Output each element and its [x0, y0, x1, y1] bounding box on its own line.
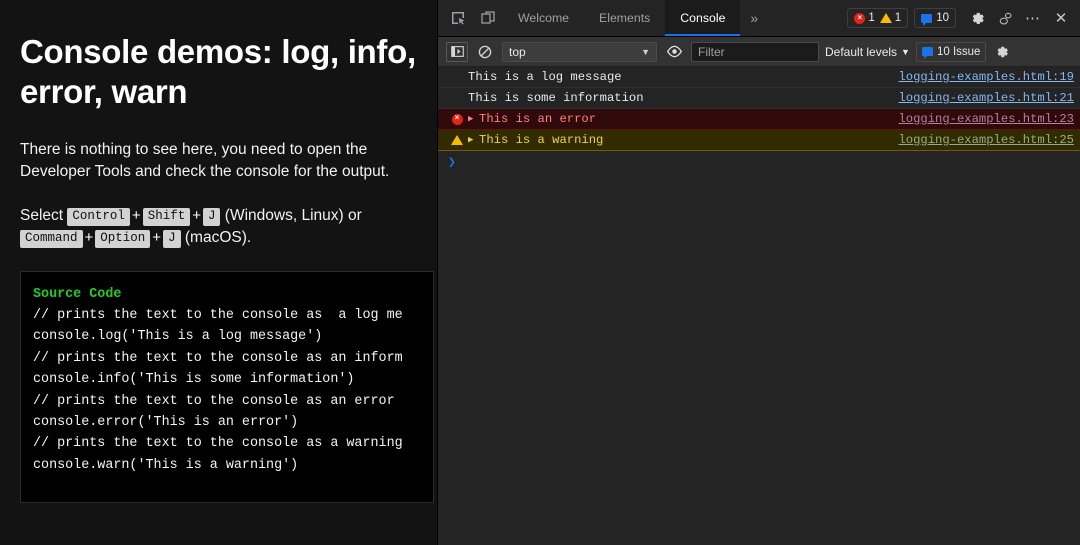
platform-windows-label: (Windows, Linux) or — [225, 207, 362, 224]
console-sidebar-toggle-icon[interactable] — [446, 42, 468, 62]
warning-count: 1 — [895, 12, 901, 24]
devtools-window-controls: × 1 1 10 — [847, 0, 1080, 36]
error-counter[interactable]: × 1 — [854, 12, 874, 24]
execution-context-select[interactable]: top ▼ — [502, 42, 657, 62]
console-filter-placeholder: Filter — [698, 45, 725, 59]
source-code-heading: Source Code — [33, 284, 433, 305]
console-filter-input[interactable]: Filter — [691, 42, 819, 62]
console-message-list[interactable]: This is a log message logging-examples.h… — [438, 67, 1080, 545]
devtools-tabbar: Welcome Elements Console » × 1 1 — [438, 0, 1080, 37]
log-levels-label: Default levels — [825, 45, 897, 59]
shortcut-instructions: Select Control+Shift+J (Windows, Linux) … — [20, 205, 424, 249]
tab-elements[interactable]: Elements — [584, 0, 665, 36]
console-message-text: This is an error — [479, 112, 898, 126]
expand-arrow-icon[interactable]: ▶ — [468, 135, 479, 145]
kbd-j-mac: J — [163, 230, 181, 248]
error-circle-icon: × — [452, 114, 463, 125]
console-message-text: This is a log message — [468, 70, 898, 84]
chevron-down-icon: ▼ — [901, 47, 910, 57]
code-line: console.log('This is a log message') — [33, 326, 433, 347]
console-message-error[interactable]: × ▶ This is an error logging-examples.ht… — [438, 109, 1080, 130]
code-line: console.info('This is some information') — [33, 369, 433, 390]
message-bubble-icon — [921, 14, 932, 23]
chevron-down-icon: ▼ — [641, 47, 650, 57]
console-message-log[interactable]: This is a log message logging-examples.h… — [438, 67, 1080, 88]
kbd-shift: Shift — [143, 208, 191, 226]
kbd-command: Command — [20, 230, 83, 248]
messages-counter[interactable]: 10 — [914, 8, 956, 28]
close-icon[interactable]: ✕ — [1048, 5, 1074, 31]
console-message-source-link[interactable]: logging-examples.html:25 — [898, 133, 1080, 147]
message-gutter: × — [446, 114, 468, 125]
device-toolbar-icon[interactable] — [473, 0, 503, 36]
devtools-panel: Welcome Elements Console » × 1 1 — [437, 0, 1080, 545]
more-options-icon[interactable]: ⋯ — [1020, 5, 1046, 31]
tab-console[interactable]: Console — [665, 0, 740, 36]
issues-bubble-icon — [922, 47, 933, 56]
code-line: // prints the text to the console as an … — [33, 348, 433, 369]
issues-button-label: 10 Issue — [937, 46, 980, 58]
code-line: console.warn('This is a warning') — [33, 455, 433, 476]
console-settings-gear-icon[interactable] — [992, 39, 1012, 65]
prompt-chevron-icon: ❯ — [448, 155, 456, 170]
plus-sign-1: + — [130, 207, 143, 224]
issues-button[interactable]: 10 Issue — [916, 42, 986, 62]
feedback-icon[interactable] — [992, 5, 1018, 31]
code-line: // prints the text to the console as a w… — [33, 433, 433, 454]
live-expression-eye-icon[interactable] — [663, 39, 685, 65]
tab-welcome[interactable]: Welcome — [503, 0, 584, 36]
screenshot-root: Console demos: log, info, error, warn Th… — [0, 0, 1080, 545]
warning-triangle-icon — [880, 13, 892, 23]
messages-count: 10 — [936, 12, 949, 24]
plus-sign-3: + — [83, 229, 96, 246]
shortcut-select-label: Select — [20, 207, 63, 224]
platform-mac-label: (macOS). — [185, 229, 251, 246]
code-line: // prints the text to the console as a l… — [33, 305, 433, 326]
clear-console-icon[interactable] — [474, 39, 496, 65]
tab-elements-label: Elements — [599, 11, 650, 25]
console-prompt[interactable]: ❯ — [438, 151, 1080, 173]
page-title: Console demos: log, info, error, warn — [20, 32, 420, 113]
web-page-pane: Console demos: log, info, error, warn Th… — [0, 0, 437, 545]
warning-triangle-icon — [451, 135, 463, 145]
code-line: // prints the text to the console as an … — [33, 391, 433, 412]
error-circle-icon: × — [854, 13, 865, 24]
source-code-block: Source Code // prints the text to the co… — [20, 271, 434, 503]
kbd-j-windows: J — [203, 208, 221, 226]
log-levels-select[interactable]: Default levels ▼ — [825, 45, 910, 59]
kbd-control: Control — [67, 208, 130, 226]
tab-welcome-label: Welcome — [518, 11, 569, 25]
plus-sign-2: + — [190, 207, 203, 224]
console-message-source-link[interactable]: logging-examples.html:21 — [898, 91, 1080, 105]
issue-counter-group[interactable]: × 1 1 — [847, 8, 908, 28]
console-message-source-link[interactable]: logging-examples.html:19 — [898, 70, 1080, 84]
kbd-option: Option — [95, 230, 150, 248]
console-message-text: This is a warning — [479, 133, 898, 147]
console-toolbar: top ▼ Filter Default levels ▼ 10 Issue — [438, 37, 1080, 67]
plus-sign-4: + — [150, 229, 163, 246]
more-tabs-icon[interactable]: » — [740, 0, 768, 36]
execution-context-value: top — [509, 45, 526, 59]
console-message-info[interactable]: This is some information logging-example… — [438, 88, 1080, 109]
gear-icon[interactable] — [964, 5, 990, 31]
console-message-text: This is some information — [468, 91, 898, 105]
console-message-source-link[interactable]: logging-examples.html:23 — [898, 112, 1080, 126]
page-intro-paragraph: There is nothing to see here, you need t… — [20, 139, 424, 183]
error-count: 1 — [868, 12, 874, 24]
message-gutter — [446, 135, 468, 145]
console-message-warning[interactable]: ▶ This is a warning logging-examples.htm… — [438, 130, 1080, 151]
tab-console-label: Console — [680, 11, 725, 25]
expand-arrow-icon[interactable]: ▶ — [468, 114, 479, 124]
inspect-element-icon[interactable] — [443, 0, 473, 36]
code-line: console.error('This is an error') — [33, 412, 433, 433]
tabbar-spacer — [768, 0, 847, 36]
warning-counter[interactable]: 1 — [880, 12, 901, 24]
